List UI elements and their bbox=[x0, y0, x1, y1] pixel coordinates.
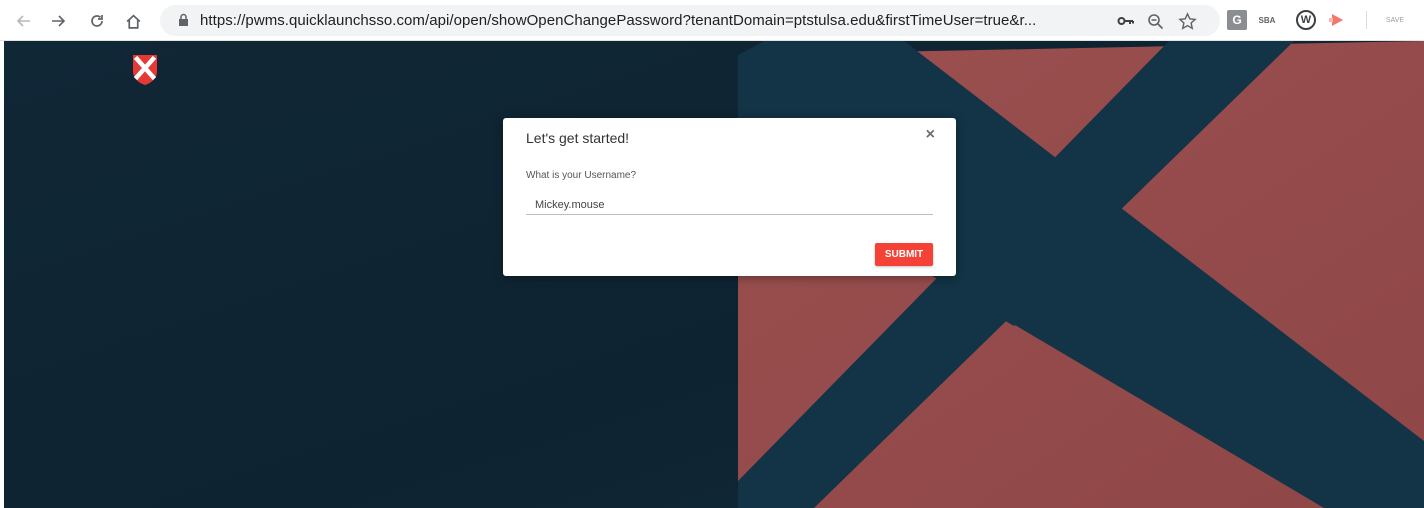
modal-title: Let's get started! bbox=[526, 130, 630, 146]
close-icon[interactable]: × bbox=[926, 127, 935, 143]
home-icon bbox=[126, 14, 140, 29]
page-content: Let's get started! × What is your Userna… bbox=[4, 41, 1424, 508]
get-started-modal: Let's get started! × What is your Userna… bbox=[503, 118, 956, 276]
toolbar-separator bbox=[1366, 11, 1367, 29]
reload-icon bbox=[91, 15, 103, 27]
extension-save-button[interactable]: SAVE bbox=[1380, 9, 1410, 31]
zoom-icon bbox=[1147, 13, 1163, 29]
extension-sba-label: SBA bbox=[1258, 15, 1276, 25]
username-input[interactable] bbox=[526, 195, 933, 215]
extension-g-button[interactable]: G bbox=[1227, 10, 1247, 30]
home-button[interactable] bbox=[120, 8, 146, 34]
url-text[interactable]: https://pwms.quicklaunchsso.com/api/open… bbox=[200, 12, 1036, 29]
username-label: What is your Username? bbox=[526, 170, 637, 181]
bookmark-star-button[interactable] bbox=[1176, 10, 1198, 32]
extension-w-button[interactable]: W bbox=[1296, 10, 1316, 30]
arrow-right-icon bbox=[52, 15, 66, 27]
forward-button[interactable] bbox=[45, 8, 71, 34]
play-arrow-icon bbox=[1329, 14, 1343, 26]
quicklaunch-shield-x-logo bbox=[133, 55, 157, 85]
extension-sba-button[interactable]: SBA bbox=[1256, 9, 1278, 31]
submit-button[interactable]: SUBMIT bbox=[875, 243, 933, 266]
back-button[interactable] bbox=[11, 8, 37, 34]
address-bar[interactable]: https://pwms.quicklaunchsso.com/api/open… bbox=[160, 5, 1220, 36]
key-button[interactable] bbox=[1115, 10, 1137, 32]
star-icon bbox=[1177, 11, 1197, 30]
arrow-left-icon bbox=[16, 15, 30, 27]
extension-play-button[interactable] bbox=[1326, 9, 1348, 31]
reload-button[interactable] bbox=[84, 8, 110, 34]
browser-toolbar: https://pwms.quicklaunchsso.com/api/open… bbox=[0, 0, 1424, 41]
zoom-button[interactable] bbox=[1144, 10, 1166, 32]
extension-save-label: SAVE bbox=[1385, 16, 1405, 24]
lock-icon bbox=[179, 13, 188, 26]
key-icon bbox=[1117, 17, 1134, 25]
